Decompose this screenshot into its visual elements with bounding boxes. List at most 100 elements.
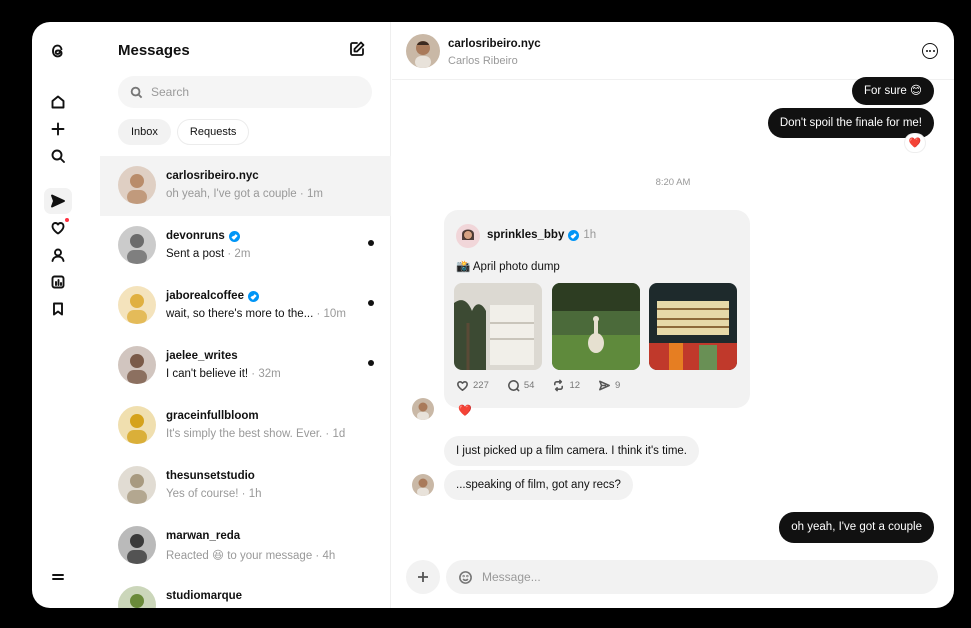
tab-inbox[interactable]: Inbox <box>118 119 171 145</box>
avatar <box>118 226 156 264</box>
conversation-item[interactable]: jaborealcoffee wait, so there's more to t… <box>100 276 391 336</box>
repost-action[interactable]: 12 <box>552 379 580 392</box>
separator: · <box>238 488 249 500</box>
share-action[interactable]: 9 <box>598 379 620 392</box>
post-author[interactable]: sprinkles_bby 1h <box>487 229 596 241</box>
message-bubble-in[interactable]: I just picked up a film camera. I think … <box>444 436 699 466</box>
conversation-item[interactable]: graceinfullbloom It's simply the best sho… <box>100 396 391 456</box>
heart-icon[interactable] <box>48 217 70 238</box>
conversation-username: thesunsetstudio <box>166 470 255 482</box>
search-icon[interactable] <box>48 146 68 166</box>
menu-icon[interactable] <box>48 567 68 587</box>
conversation-preview: Yes of course! · 1h <box>166 488 262 500</box>
chat-panel: carlosribeiro.nyc Carlos Ribeiro For sur… <box>392 22 954 608</box>
preview-text: Reacted 😆 to your message <box>166 550 313 562</box>
message-bubble-out[interactable]: For sure 😊 <box>852 77 934 105</box>
message-bubble-in[interactable]: ...speaking of film, got any recs? <box>444 470 633 500</box>
more-options-icon[interactable] <box>922 43 938 59</box>
separator: · <box>312 550 323 562</box>
post-author-name: sprinkles_bby <box>487 229 565 241</box>
preview-time: 2m <box>234 248 251 260</box>
post-actions: 227 54 12 9 <box>456 379 620 392</box>
conversation-item[interactable]: jaelee_writes I can't believe it! · 32m <box>100 336 391 396</box>
conversation-name: devonruns <box>166 230 240 242</box>
like-action[interactable]: 227 <box>456 379 489 392</box>
message-bubble-out[interactable]: Don't spoil the finale for me! <box>767 108 934 138</box>
post-photo[interactable] <box>454 283 542 370</box>
preview-time: 4h <box>322 550 336 562</box>
inbox-tabs: Inbox Requests <box>118 119 250 145</box>
repost-count: 12 <box>569 380 581 391</box>
notification-dot <box>64 217 70 223</box>
preview-time: 1m <box>306 188 323 200</box>
conversation-item[interactable]: thesunsetstudio Yes of course! · 1h <box>100 456 391 516</box>
sender-avatar[interactable] <box>412 474 434 496</box>
conversation-name: jaelee_writes <box>166 350 238 362</box>
conversation-name: graceinfullbloom <box>166 410 259 422</box>
shared-post[interactable]: sprinkles_bby 1h 📸 April photo dump 227 … <box>444 210 750 408</box>
conversation-username: devonruns <box>166 230 225 242</box>
chat-avatar[interactable] <box>406 34 440 68</box>
nav-rail <box>32 22 84 608</box>
chat-username[interactable]: carlosribeiro.nyc <box>448 38 541 50</box>
post-time: 1h <box>583 229 597 241</box>
conversation-preview: It's simply the best show. Ever. · 1d <box>166 428 345 440</box>
attach-button[interactable] <box>406 560 440 594</box>
chat-full-name: Carlos Ribeiro <box>448 55 518 67</box>
conversation-username: carlosribeiro.nyc <box>166 170 259 182</box>
preview-time: 32m <box>258 368 281 380</box>
conversation-item[interactable]: studiomarque <box>100 576 391 608</box>
conversation-preview: Sent a post · 2m <box>166 248 250 260</box>
message-composer <box>406 560 938 594</box>
conversation-name: jaborealcoffee <box>166 290 259 302</box>
post-photo[interactable] <box>552 283 640 370</box>
conversation-preview: oh yeah, I've got a couple · 1m <box>166 188 323 200</box>
plus-icon[interactable] <box>48 119 68 139</box>
message-timestamp: 8:20 AM <box>655 177 691 188</box>
unread-dot <box>368 300 374 306</box>
conversation-name: thesunsetstudio <box>166 470 255 482</box>
comment-action[interactable]: 54 <box>507 379 534 392</box>
messages-panel: Messages Inbox Requests carlosribeiro.ny… <box>100 22 391 608</box>
conversation-name: carlosribeiro.nyc <box>166 170 259 182</box>
conversation-item[interactable]: carlosribeiro.nyc oh yeah, I've got a cou… <box>100 156 391 216</box>
search-input[interactable] <box>151 85 351 99</box>
conversation-item[interactable]: marwan_reda Reacted 😆 to your message · 4… <box>100 516 391 576</box>
post-photo[interactable] <box>649 283 737 370</box>
message-field[interactable] <box>446 560 938 594</box>
compose-icon[interactable] <box>348 40 368 60</box>
post-author-avatar <box>456 224 480 248</box>
sender-avatar[interactable] <box>412 398 434 420</box>
message-input[interactable] <box>482 570 862 584</box>
tab-requests[interactable]: Requests <box>176 119 250 145</box>
plus-icon <box>418 572 428 582</box>
post-text: 📸 April photo dump <box>456 261 560 273</box>
avatar <box>118 466 156 504</box>
preview-text: It's simply the best show. Ever. <box>166 428 323 440</box>
profile-icon[interactable] <box>48 245 68 265</box>
send-icon[interactable] <box>48 191 68 211</box>
avatar <box>118 286 156 324</box>
heart-icon <box>457 380 468 391</box>
repost-icon <box>554 379 564 392</box>
bookmark-icon[interactable] <box>48 299 68 319</box>
heart-reaction[interactable]: ❤️ <box>458 404 472 417</box>
preview-time: 1h <box>248 488 262 500</box>
emoji-icon[interactable] <box>458 570 473 585</box>
home-icon[interactable] <box>48 92 68 112</box>
separator: · <box>322 428 333 440</box>
verified-badge-icon <box>247 290 259 302</box>
search-icon <box>130 86 143 98</box>
chat-header: carlosribeiro.nyc Carlos Ribeiro <box>392 22 954 80</box>
insights-icon[interactable] <box>48 272 68 292</box>
separator: · <box>248 368 259 380</box>
conversation-item[interactable]: devonruns Sent a post · 2m <box>100 216 391 276</box>
verified-badge-icon <box>228 230 240 242</box>
message-bubble-out[interactable]: oh yeah, I've got a couple <box>779 512 934 543</box>
conversation-preview: wait, so there's more to the... · 10m <box>166 308 346 320</box>
search-box[interactable] <box>118 76 372 108</box>
preview-time: 10m <box>323 308 346 320</box>
threads-logo-icon[interactable] <box>48 41 68 61</box>
separator: · <box>224 248 235 260</box>
heart-reaction[interactable]: ❤️ <box>905 134 925 152</box>
